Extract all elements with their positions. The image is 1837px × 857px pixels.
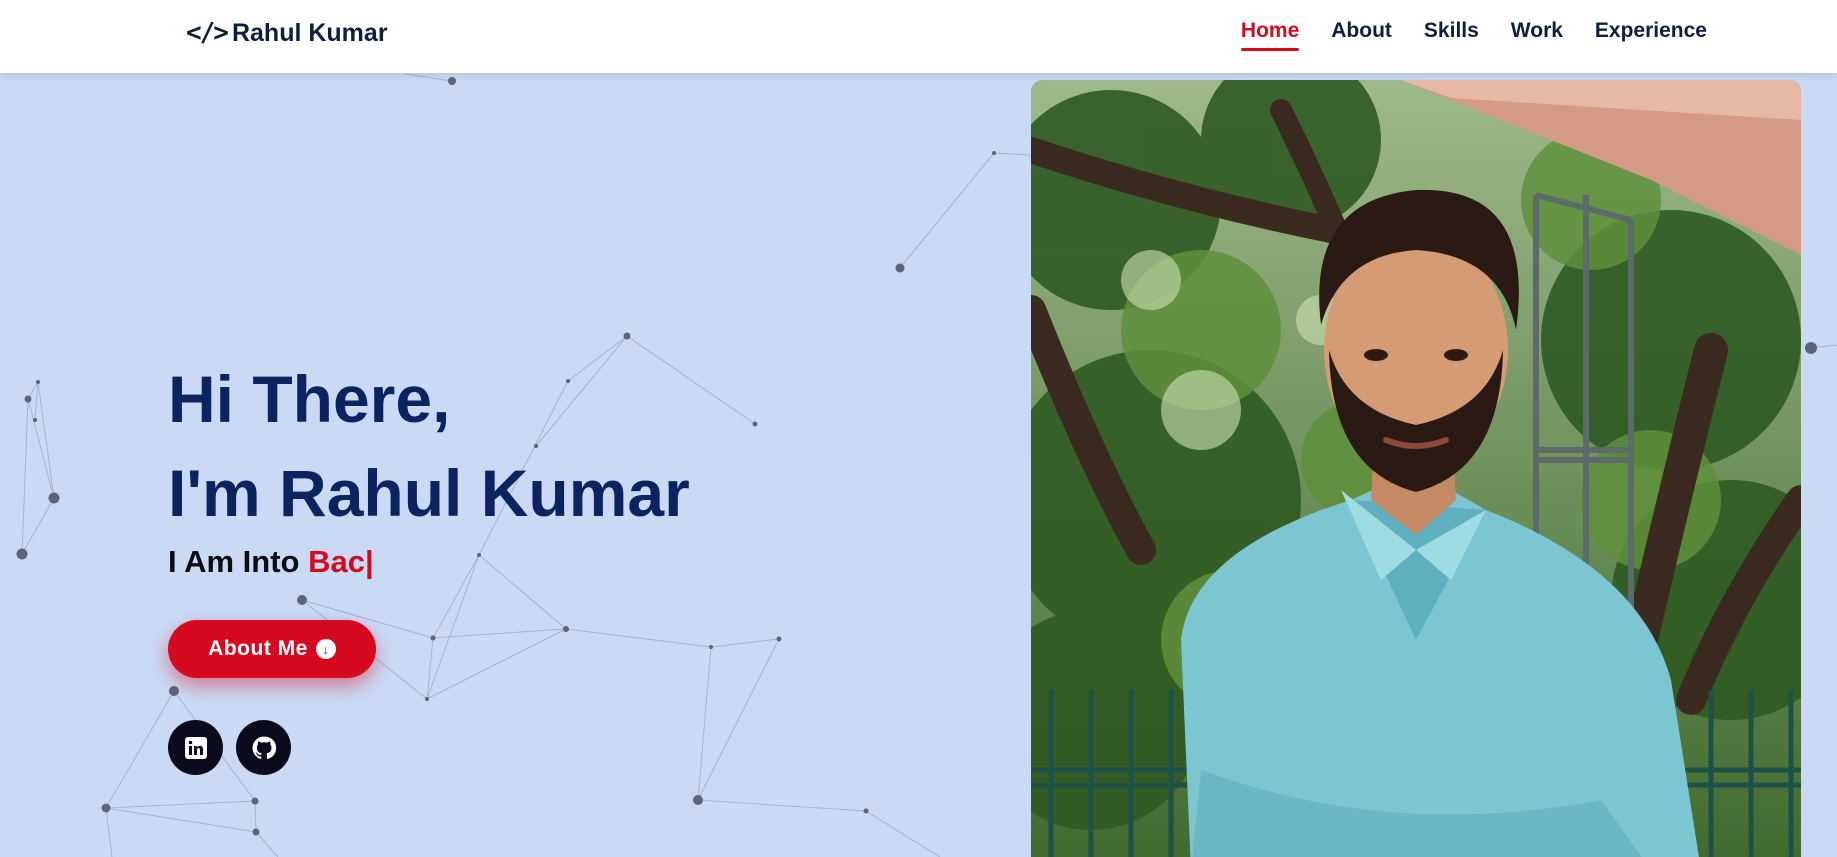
linkedin-icon <box>184 736 207 759</box>
nav-item-about[interactable]: About <box>1331 15 1392 51</box>
code-icon: </> <box>186 18 229 48</box>
github-link[interactable] <box>236 720 291 775</box>
about-me-label: About Me <box>208 637 308 660</box>
portrait-photo <box>1031 80 1801 857</box>
hero-section: Hi There, I'm Rahul Kumar I Am Into Bac|… <box>168 352 690 775</box>
page: </> Rahul Kumar Home About Skills Work E… <box>0 0 1837 857</box>
social-links <box>168 720 291 775</box>
typing-line: I Am Into Bac| <box>168 544 690 580</box>
github-icon <box>252 736 276 759</box>
about-me-button[interactable]: About Me ↓ <box>168 620 376 678</box>
nav-item-work[interactable]: Work <box>1511 15 1563 51</box>
main-nav: Home About Skills Work Experience <box>1240 0 1707 66</box>
hero-greeting: Hi There, <box>168 362 451 436</box>
site-header: </> Rahul Kumar Home About Skills Work E… <box>0 0 1837 73</box>
typing-prefix: I Am Into <box>168 544 300 579</box>
nav-item-home[interactable]: Home <box>1240 15 1300 51</box>
typing-text: Bac| <box>308 544 374 579</box>
nav-item-skills[interactable]: Skills <box>1424 15 1479 51</box>
linkedin-link[interactable] <box>168 720 223 775</box>
hero-intro: I'm Rahul Kumar <box>168 456 690 530</box>
arrow-down-circle-icon: ↓ <box>315 639 336 659</box>
portrait-illustration <box>1031 80 1801 857</box>
brand-logo-link[interactable]: </> Rahul Kumar <box>186 0 388 66</box>
nav-item-experience[interactable]: Experience <box>1595 15 1707 51</box>
brand-name: Rahul Kumar <box>231 18 388 47</box>
